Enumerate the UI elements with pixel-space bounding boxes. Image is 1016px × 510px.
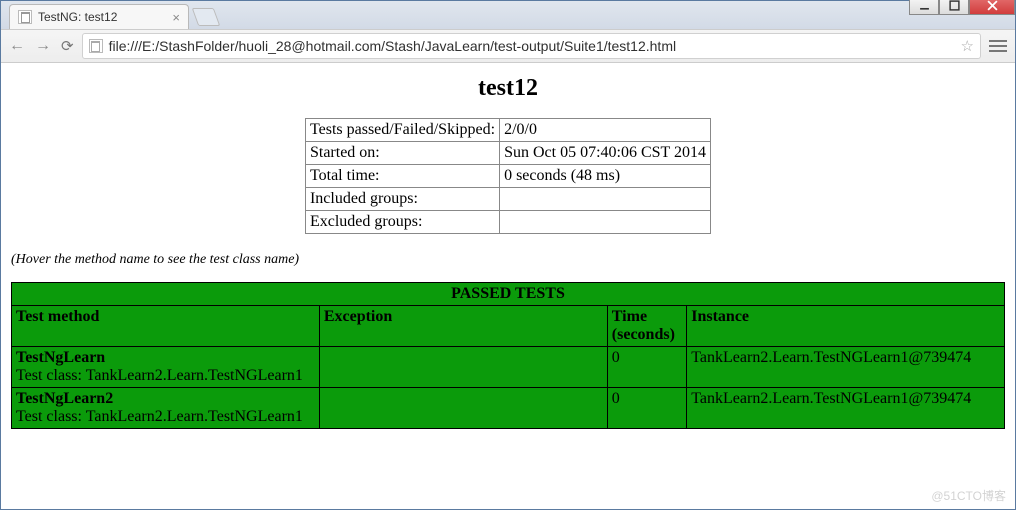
time-cell: 0 [607, 388, 686, 429]
summary-value: 2/0/0 [500, 119, 711, 142]
section-header: PASSED TESTS [12, 283, 1005, 306]
column-header: Time(seconds) [607, 306, 686, 347]
back-button[interactable]: ← [9, 37, 25, 55]
page-content: test12 Tests passed/Failed/Skipped:2/0/0… [1, 63, 1015, 509]
bookmark-icon[interactable]: ☆ [961, 37, 974, 55]
close-tab-icon[interactable]: × [172, 10, 180, 25]
summary-label: Excluded groups: [305, 211, 499, 234]
new-tab-button[interactable] [192, 8, 221, 26]
column-header: Instance [687, 306, 1005, 347]
summary-value: Sun Oct 05 07:40:06 CST 2014 [500, 142, 711, 165]
test-class: Test class: TankLearn2.Learn.TestNGLearn… [16, 367, 315, 385]
test-method-cell: TestNgLearn2Test class: TankLearn2.Learn… [12, 388, 320, 429]
summary-label: Started on: [305, 142, 499, 165]
test-method-cell: TestNgLearnTest class: TankLearn2.Learn.… [12, 347, 320, 388]
results-table: PASSED TESTS Test methodExceptionTime(se… [11, 282, 1005, 429]
table-row: TestNgLearn2Test class: TankLearn2.Learn… [12, 388, 1005, 429]
summary-row: Excluded groups: [305, 211, 710, 234]
summary-value [500, 211, 711, 234]
instance-cell: TankLearn2.Learn.TestNGLearn1@739474 [687, 347, 1005, 388]
maximize-button[interactable] [939, 0, 969, 15]
summary-row: Started on:Sun Oct 05 07:40:06 CST 2014 [305, 142, 710, 165]
page-icon [18, 10, 32, 24]
summary-row: Included groups: [305, 188, 710, 211]
summary-label: Total time: [305, 165, 499, 188]
summary-row: Tests passed/Failed/Skipped:2/0/0 [305, 119, 710, 142]
column-header: Test method [12, 306, 320, 347]
instance-cell: TankLearn2.Learn.TestNGLearn1@739474 [687, 388, 1005, 429]
summary-row: Total time:0 seconds (48 ms) [305, 165, 710, 188]
summary-value: 0 seconds (48 ms) [500, 165, 711, 188]
summary-table: Tests passed/Failed/Skipped:2/0/0Started… [305, 118, 711, 234]
reload-button[interactable]: ⟳ [61, 37, 74, 55]
method-name[interactable]: TestNgLearn [16, 349, 315, 367]
summary-label: Included groups: [305, 188, 499, 211]
address-bar: ← → ⟳ file:///E:/StashFolder/huoli_28@ho… [1, 29, 1015, 63]
table-row: TestNgLearnTest class: TankLearn2.Learn.… [12, 347, 1005, 388]
exception-cell [319, 388, 607, 429]
page-icon [89, 39, 103, 53]
minimize-button[interactable] [909, 0, 939, 15]
browser-window: TestNG: test12 × ← → ⟳ file:///E:/StashF… [0, 0, 1016, 510]
tab-strip: TestNG: test12 × [1, 1, 1015, 29]
page-title: test12 [11, 75, 1005, 102]
browser-tab[interactable]: TestNG: test12 × [9, 4, 189, 29]
summary-label: Tests passed/Failed/Skipped: [305, 119, 499, 142]
menu-icon[interactable] [989, 40, 1007, 52]
method-name[interactable]: TestNgLearn2 [16, 390, 315, 408]
test-class: Test class: TankLearn2.Learn.TestNGLearn… [16, 408, 315, 426]
exception-cell [319, 347, 607, 388]
column-header: Exception [319, 306, 607, 347]
close-window-button[interactable] [969, 0, 1015, 15]
hover-note: (Hover the method name to see the test c… [11, 252, 1005, 268]
watermark: @51CTO博客 [931, 487, 1006, 504]
url-text: file:///E:/StashFolder/huoli_28@hotmail.… [109, 38, 955, 54]
url-input[interactable]: file:///E:/StashFolder/huoli_28@hotmail.… [82, 33, 981, 59]
tab-title: TestNG: test12 [38, 10, 166, 24]
time-cell: 0 [607, 347, 686, 388]
summary-value [500, 188, 711, 211]
forward-button[interactable]: → [35, 37, 51, 55]
